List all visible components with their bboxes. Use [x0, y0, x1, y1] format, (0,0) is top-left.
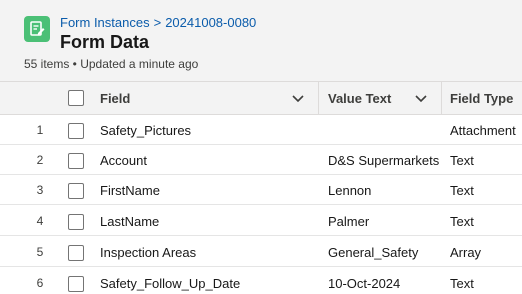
row-checkbox[interactable] — [68, 276, 84, 292]
column-divider[interactable] — [318, 82, 319, 115]
table-row[interactable]: 5 Inspection Areas General_Safety Array — [0, 237, 522, 267]
field-name-cell: LastName — [100, 213, 160, 229]
form-icon — [24, 16, 50, 42]
field-type-cell: Text — [450, 152, 474, 168]
field-name-cell: Inspection Areas — [100, 244, 197, 260]
table-header: Field Value Text Field Type — [0, 82, 522, 115]
value-text-cell: General_Safety — [328, 244, 419, 260]
column-header-field-type[interactable]: Field Type — [450, 82, 522, 115]
chevron-down-icon[interactable] — [413, 91, 429, 107]
row-number: 2 — [36, 153, 44, 167]
row-checkbox[interactable] — [68, 123, 84, 139]
value-text-cell — [328, 115, 441, 145]
breadcrumb-parent-link[interactable]: Form Instances — [60, 15, 150, 30]
field-type-cell: Text — [450, 275, 474, 291]
value-text-cell: Lennon — [328, 182, 372, 198]
breadcrumb-record-link[interactable]: 20241008-0080 — [165, 15, 256, 30]
field-name-cell: Safety_Pictures — [100, 122, 192, 138]
table-row[interactable]: 6 Safety_Follow_Up_Date 10-Oct-2024 Text — [0, 268, 522, 294]
column-header-field[interactable]: Field — [100, 82, 310, 115]
row-number: 5 — [36, 245, 44, 259]
column-label-field: Field — [100, 91, 131, 106]
field-name-cell: Safety_Follow_Up_Date — [100, 275, 241, 291]
field-type-cell: Text — [450, 182, 474, 198]
row-checkbox[interactable] — [68, 183, 84, 199]
page-title: Form Data — [60, 32, 150, 52]
field-name-cell: Account — [100, 152, 147, 168]
column-label-value-text: Value Text — [328, 91, 392, 106]
select-all-checkbox[interactable] — [68, 90, 84, 106]
field-name-cell: FirstName — [100, 182, 160, 198]
value-text-cell: Palmer — [328, 213, 370, 229]
row-checkbox[interactable] — [68, 245, 84, 261]
row-number: 4 — [36, 214, 44, 228]
row-number: 1 — [36, 123, 44, 137]
column-label-field-type: Field Type — [450, 91, 514, 106]
row-checkbox[interactable] — [68, 214, 84, 230]
table-row[interactable]: 1 Safety_Pictures Attachment — [0, 115, 522, 145]
table-row[interactable]: 3 FirstName Lennon Text — [0, 175, 522, 205]
row-number: 3 — [36, 183, 44, 197]
chevron-down-icon[interactable] — [290, 91, 306, 107]
page-header: Form Instances > 20241008-0080 Form Data… — [0, 0, 522, 82]
breadcrumb: Form Instances > 20241008-0080 — [60, 15, 256, 30]
row-number: 6 — [36, 276, 44, 290]
column-divider[interactable] — [441, 82, 442, 115]
field-type-cell: Attachment — [450, 122, 516, 138]
value-text-cell: D&S Supermarkets — [328, 152, 440, 168]
table-row[interactable]: 2 Account D&S Supermarkets Text — [0, 145, 522, 175]
field-type-cell: Array — [450, 244, 482, 260]
table-row[interactable]: 4 LastName Palmer Text — [0, 206, 522, 236]
field-type-cell: Text — [450, 213, 474, 229]
row-checkbox[interactable] — [68, 153, 84, 169]
breadcrumb-separator: > — [153, 15, 162, 30]
list-meta-info: 55 items • Updated a minute ago — [24, 57, 199, 71]
value-text-cell: 10-Oct-2024 — [328, 275, 401, 291]
